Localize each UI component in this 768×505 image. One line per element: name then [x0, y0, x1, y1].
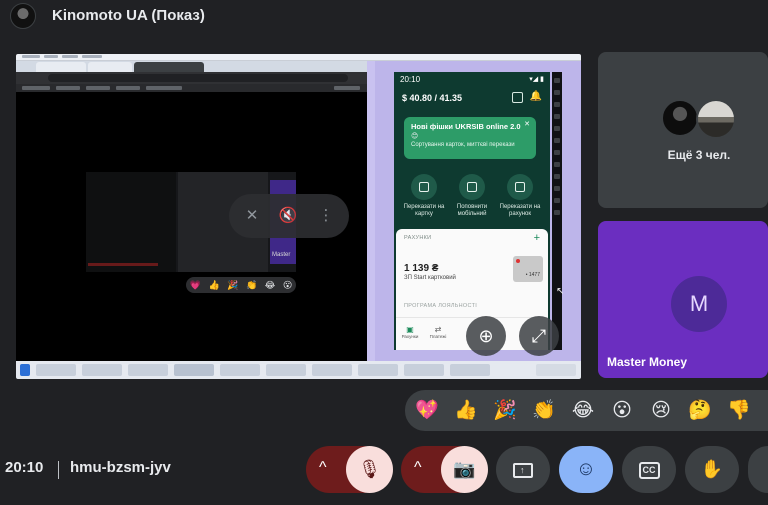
mini-reaction: 😂 — [264, 279, 276, 290]
mini-reaction: 👍 — [208, 279, 220, 290]
more-vert-icon: ⋮ — [318, 207, 334, 224]
emulator-side-toolbar — [552, 72, 562, 350]
action-label: Поповнити мобільний — [456, 204, 488, 217]
shared-browser-tabs — [16, 61, 367, 72]
raise-hand-button[interactable]: ✋ — [685, 446, 739, 493]
participant-name: Master Money — [607, 355, 688, 369]
reactions-button[interactable]: ☺ — [559, 446, 613, 493]
reaction-thumbs-down[interactable]: 👎 — [723, 395, 755, 427]
avatar: M — [671, 276, 727, 332]
fullscreen-icon[interactable]: ⤢ — [519, 316, 559, 356]
mute-icon: 🔇 — [278, 207, 298, 224]
reaction-sparkling-heart[interactable]: 💖 — [411, 395, 443, 427]
camera-off-button[interactable]: 📷 — [441, 446, 488, 493]
phone-action-topup: Поповнити мобільний — [446, 174, 498, 218]
presentation-tile[interactable]: Master ✕ 🔇 ⋮ 💗 👍 🎉 👏 😂 😮 20:10 ▾◢ ▮ $ 40… — [16, 54, 581, 379]
action-label: Переказати на картку — [403, 204, 445, 217]
reaction-tears-of-joy[interactable]: 😂 — [567, 395, 599, 427]
captions-icon: CC — [638, 461, 660, 479]
emoji-icon: ☺ — [575, 458, 597, 480]
presenter-avatar — [10, 3, 36, 29]
mini-tile-label: Master — [272, 252, 291, 258]
meeting-title: Kinomoto UA (Показ) — [52, 7, 205, 24]
present-screen-icon: ↑ — [513, 462, 533, 478]
reaction-clapping[interactable]: 👏 — [528, 395, 560, 427]
pin-off-icon: ✕ — [245, 207, 259, 224]
banner-emoji: 😊 — [411, 133, 419, 140]
banner-subtitle: Сортування карток, миттєві перекази — [411, 142, 515, 148]
mic-off-icon: 🎙 — [358, 459, 381, 479]
camera-off-icon: 📷 — [453, 459, 476, 479]
shared-browser-bookmarks — [16, 84, 367, 92]
others-count-label: Ещё 3 чел. — [667, 148, 731, 162]
raise-hand-icon: ✋ — [700, 459, 724, 479]
reaction-surprised[interactable]: 😮 — [606, 395, 638, 427]
accounts-nav-icon: ▣ — [406, 325, 414, 334]
bank-card-thumbnail: • 1477 — [513, 256, 543, 282]
shared-floating-controls: ✕ 🔇 ⋮ — [229, 194, 349, 238]
avatar — [696, 99, 736, 139]
phone-action-account-transfer: Переказати на рахунок — [494, 174, 546, 218]
shared-reaction-bar: 💗 👍 🎉 👏 😂 😮 — [186, 277, 296, 293]
mini-reaction: 🎉 — [227, 279, 239, 290]
top-bar: Kinomoto UA (Показ) — [0, 0, 768, 32]
action-label: Переказати на рахунок — [499, 204, 541, 217]
phone-nav-payments: ⇄ Платежі — [426, 325, 450, 339]
mouse-cursor-icon: ↖ — [556, 286, 565, 297]
reaction-bar: 💖 👍 🎉 👏 😂 😮 😢 🤔 👎 — [405, 390, 768, 431]
card-digits: • 1477 — [525, 272, 540, 278]
accounts-header: РАХУНКИ — [404, 235, 432, 241]
nav-label: Платежі — [429, 334, 447, 339]
participant-tile-master-money[interactable]: M Master Money — [598, 221, 768, 378]
add-account-icon: + — [533, 232, 540, 244]
mic-off-button[interactable]: 🎙 — [346, 446, 393, 493]
phone-status-time: 20:10 — [400, 75, 421, 84]
meeting-code: hmu-bzsm-jyv — [70, 459, 171, 476]
shared-browser-omnibox — [16, 72, 367, 84]
shared-window-titlebar — [16, 54, 581, 61]
divider — [58, 461, 59, 479]
nav-label: Рахунки — [401, 334, 419, 339]
reaction-party-popper[interactable]: 🎉 — [489, 395, 521, 427]
phone-balance: $ 40.80 / 41.35 — [402, 93, 463, 103]
loyalty-header: ПРОГРАМА ЛОЯЛЬНОСТІ — [404, 303, 478, 309]
phone-nav-accounts: ▣ Рахунки — [398, 325, 422, 339]
phone-action-card-transfer: Переказати на картку — [398, 174, 450, 218]
reaction-thinking[interactable]: 🤔 — [684, 395, 716, 427]
mini-reaction: 😮 — [282, 279, 293, 290]
account-amount: 1 139 ₴ — [404, 263, 439, 274]
more-options-button[interactable] — [748, 446, 768, 493]
phone-screen: 20:10 ▾◢ ▮ $ 40.80 / 41.35 🔔 Нові фішки … — [394, 72, 550, 350]
banner-title: Нові фішки UKRSIB online 2.0 — [411, 122, 521, 131]
account-name: ЗП Start картковий — [404, 275, 456, 281]
chevron-up-icon: ^ — [414, 459, 422, 476]
present-screen-button[interactable]: ↑ — [496, 446, 550, 493]
chevron-up-icon: ^ — [319, 459, 327, 476]
reaction-thumbs-up[interactable]: 👍 — [450, 395, 482, 427]
phone-promo-banner: Нові фішки UKRSIB online 2.0 😊 Сортуванн… — [404, 117, 536, 159]
zoom-in-icon[interactable]: ⊕ — [466, 316, 506, 356]
phone-bell-icon: 🔔 — [529, 91, 542, 102]
current-time: 20:10 — [5, 459, 44, 476]
phone-status-icons: ▾◢ ▮ — [529, 76, 544, 83]
reaction-sad[interactable]: 😢 — [645, 395, 677, 427]
phone-stats-icon — [512, 92, 523, 103]
others-tile[interactable]: Ещё 3 чел. — [598, 52, 768, 208]
mini-reaction: 💗 — [189, 279, 201, 290]
payments-nav-icon: ⇄ — [434, 325, 442, 334]
captions-button[interactable]: CC — [622, 446, 676, 493]
mini-reaction: 👏 — [246, 279, 258, 290]
banner-close-icon: ✕ — [524, 121, 530, 128]
avatar — [661, 99, 699, 137]
shared-taskbar — [16, 361, 581, 379]
